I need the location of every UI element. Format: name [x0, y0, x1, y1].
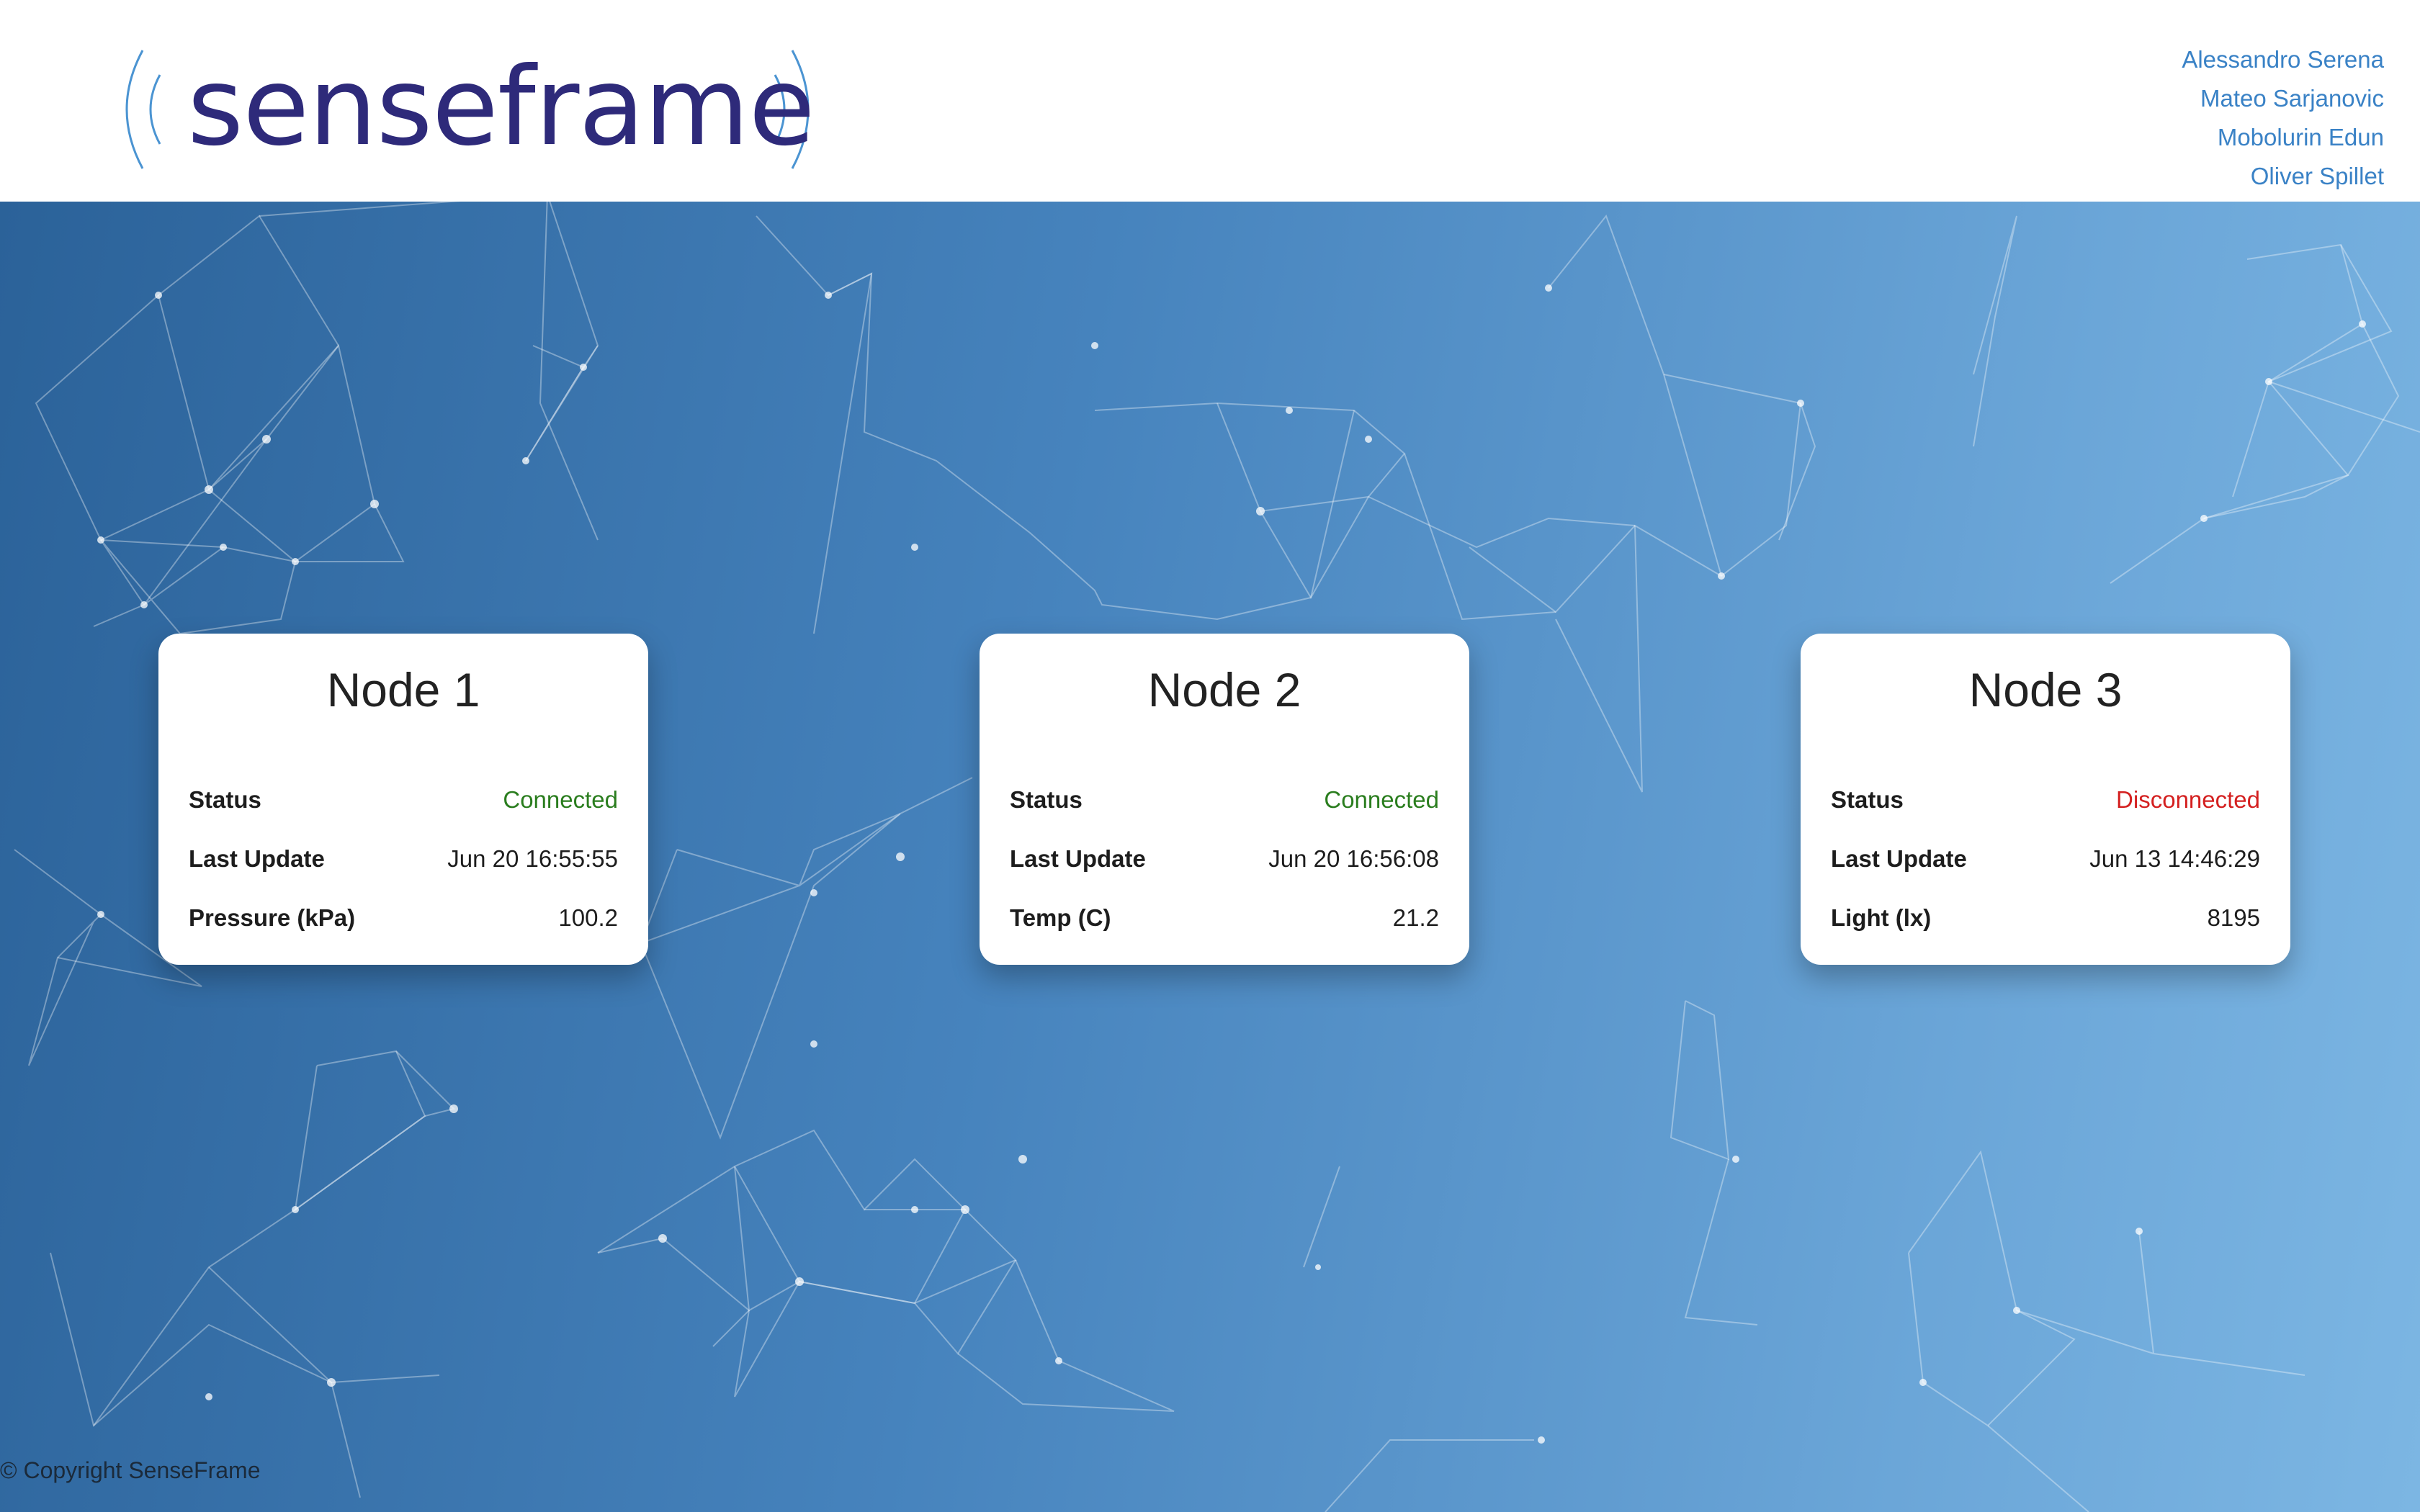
copyright-footer: © Copyright SenseFrame	[0, 1457, 261, 1483]
team-link[interactable]: Alessandro Serena	[2182, 40, 2384, 79]
page: senseframe Alessandro Serena Mateo Sarja…	[0, 0, 2420, 1512]
node-title: Node 2	[1147, 663, 1301, 716]
node-card: Node 2 Status Connected Last Update Jun …	[980, 634, 1469, 965]
node-card: Node 3 Status Disconnected Last Update J…	[1801, 634, 2290, 965]
team-link[interactable]: Oliver Spillet	[2182, 157, 2384, 196]
row-label: Last Update	[1010, 845, 1146, 872]
team-links: Alessandro Serena Mateo Sarjanovic Mobol…	[2182, 40, 2384, 196]
row-label: Light (lx)	[1831, 904, 1932, 931]
row-label: Last Update	[189, 845, 325, 872]
last-update-value: Jun 20 16:55:55	[447, 845, 618, 872]
team-link[interactable]: Mobolurin Edun	[2182, 118, 2384, 157]
status-row: Status Connected	[1010, 770, 1439, 829]
last-update-value: Jun 20 16:56:08	[1268, 845, 1439, 872]
logo-wordmark: senseframe	[187, 45, 815, 170]
logo[interactable]: senseframe	[115, 37, 821, 181]
node-title: Node 3	[1968, 663, 2123, 716]
row-label: Status	[189, 786, 261, 813]
reading-value: 100.2	[558, 904, 618, 931]
status-row: Status Connected	[189, 770, 618, 829]
reading-value: 8195	[2207, 904, 2260, 931]
reading-row: Light (lx) 8195	[1831, 888, 2260, 948]
header: senseframe Alessandro Serena Mateo Sarja…	[0, 0, 2420, 202]
reading-row: Pressure (kPa) 100.2	[189, 888, 618, 948]
node-card: Node 1 Status Connected Last Update Jun …	[158, 634, 648, 965]
status-row: Status Disconnected	[1831, 770, 2260, 829]
row-label: Status	[1010, 786, 1083, 813]
node-title: Node 1	[326, 663, 480, 716]
reading-row: Temp (C) 21.2	[1010, 888, 1439, 948]
row-label: Pressure (kPa)	[189, 904, 356, 931]
last-update-row: Last Update Jun 20 16:55:55	[189, 829, 618, 888]
team-link[interactable]: Mateo Sarjanovic	[2182, 79, 2384, 118]
row-label: Last Update	[1831, 845, 1967, 872]
last-update-row: Last Update Jun 13 14:46:29	[1831, 829, 2260, 888]
row-label: Temp (C)	[1010, 904, 1111, 931]
status-value: Connected	[503, 786, 618, 813]
last-update-value: Jun 13 14:46:29	[2089, 845, 2260, 872]
row-label: Status	[1831, 786, 1904, 813]
reading-value: 21.2	[1392, 904, 1439, 931]
status-value: Disconnected	[2116, 786, 2260, 813]
status-value: Connected	[1324, 786, 1439, 813]
last-update-row: Last Update Jun 20 16:56:08	[1010, 829, 1439, 888]
